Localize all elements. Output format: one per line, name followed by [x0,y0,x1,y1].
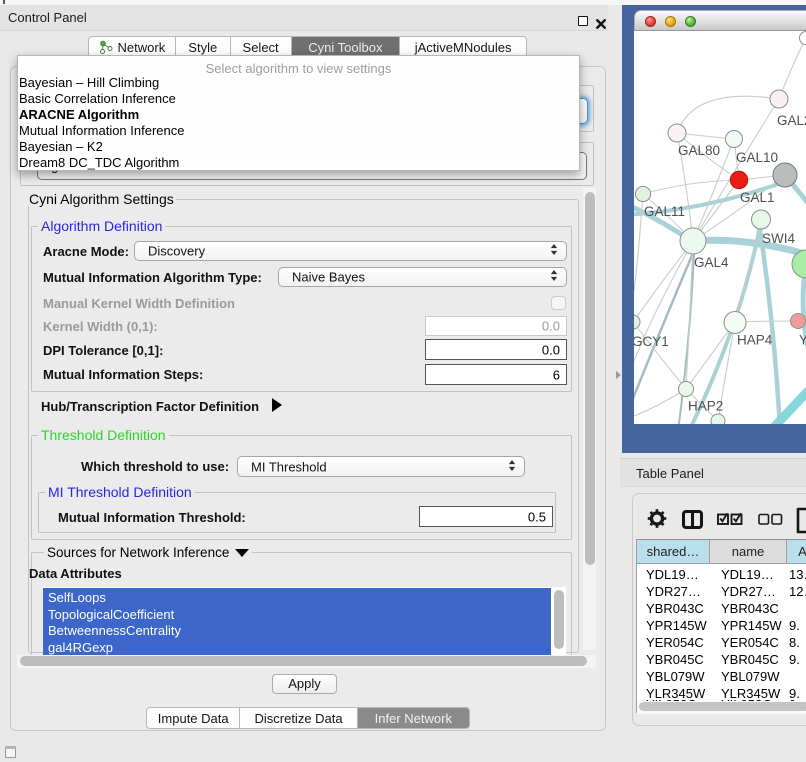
svg-text:YJ: YJ [799,333,806,348]
svg-text:GAL11: GAL11 [644,204,685,219]
svg-text:GAL80: GAL80 [678,143,720,158]
svg-text:GAL2: GAL2 [777,113,806,128]
svg-text:HAP2: HAP2 [688,399,723,414]
svg-text:GAL4: GAL4 [694,255,729,270]
svg-text:GAL1: GAL1 [740,190,775,205]
svg-text:GCY1: GCY1 [634,334,669,349]
svg-text:HAP4: HAP4 [737,333,773,348]
svg-text:GAL10: GAL10 [736,150,778,165]
svg-text:SWI4: SWI4 [762,231,795,246]
